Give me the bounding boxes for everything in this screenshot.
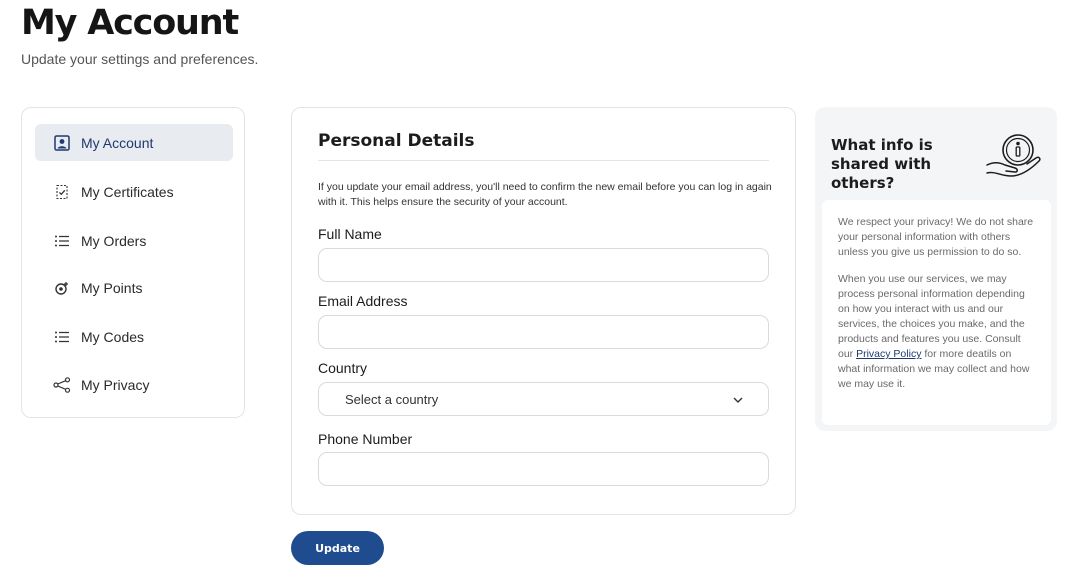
user-square-icon bbox=[53, 134, 71, 152]
info-paragraph: When you use our services, we may proces… bbox=[838, 272, 1035, 392]
sidebar-item-my-privacy[interactable]: My Privacy bbox=[35, 366, 233, 403]
info-title: What info is shared with others? bbox=[831, 136, 933, 192]
sidebar-item-label: My Privacy bbox=[81, 376, 150, 393]
email-label: Email Address bbox=[318, 293, 408, 309]
update-button[interactable]: Update bbox=[291, 531, 384, 565]
privacy-policy-link[interactable]: Privacy Policy bbox=[856, 348, 921, 360]
phone-input[interactable] bbox=[318, 452, 769, 486]
sidebar-item-my-account[interactable]: My Account bbox=[35, 124, 233, 161]
info-body: We respect your privacy! We do not share… bbox=[822, 200, 1051, 425]
list-icon bbox=[53, 328, 71, 346]
email-note: If you update your email address, you'll… bbox=[318, 181, 772, 208]
sidebar-item-label: My Points bbox=[81, 279, 143, 296]
full-name-input[interactable] bbox=[318, 248, 769, 282]
full-name-label: Full Name bbox=[318, 226, 382, 242]
sidebar-item-label: My Orders bbox=[81, 232, 147, 249]
certificate-icon bbox=[53, 183, 71, 201]
info-paragraph: We respect your privacy! We do not share… bbox=[838, 216, 1034, 258]
divider bbox=[318, 160, 769, 161]
country-select[interactable]: Select a country bbox=[318, 382, 769, 416]
phone-label: Phone Number bbox=[318, 431, 413, 447]
chevron-down-icon bbox=[732, 393, 744, 411]
sidebar-item-my-certificates[interactable]: My Certificates bbox=[35, 173, 233, 210]
sidebar: My Account My Certificates My Orders My … bbox=[21, 107, 245, 418]
sidebar-item-my-codes[interactable]: My Codes bbox=[35, 318, 233, 355]
page-title: My Account bbox=[21, 3, 239, 43]
personal-details-card: Personal Details If you update your emai… bbox=[291, 107, 796, 515]
email-input[interactable] bbox=[318, 315, 769, 349]
sidebar-item-label: My Certificates bbox=[81, 183, 174, 200]
sidebar-item-my-orders[interactable]: My Orders bbox=[35, 222, 233, 259]
sidebar-item-label: My Account bbox=[81, 134, 154, 151]
sidebar-item-label: My Codes bbox=[81, 328, 145, 345]
sidebar-item-my-points[interactable]: My Points bbox=[35, 269, 233, 306]
country-label: Country bbox=[318, 360, 368, 376]
country-select-value: Select a country bbox=[345, 391, 439, 407]
page-subtitle: Update your settings and preferences. bbox=[21, 51, 259, 67]
share-icon bbox=[53, 376, 71, 394]
info-text: When you use our services, we may proces… bbox=[838, 273, 1025, 360]
privacy-info-panel: What info is shared with others? We resp… bbox=[815, 107, 1057, 431]
info-hand-icon bbox=[985, 131, 1043, 184]
card-title: Personal Details bbox=[318, 131, 475, 151]
list-icon bbox=[53, 232, 71, 250]
points-icon bbox=[53, 279, 71, 297]
